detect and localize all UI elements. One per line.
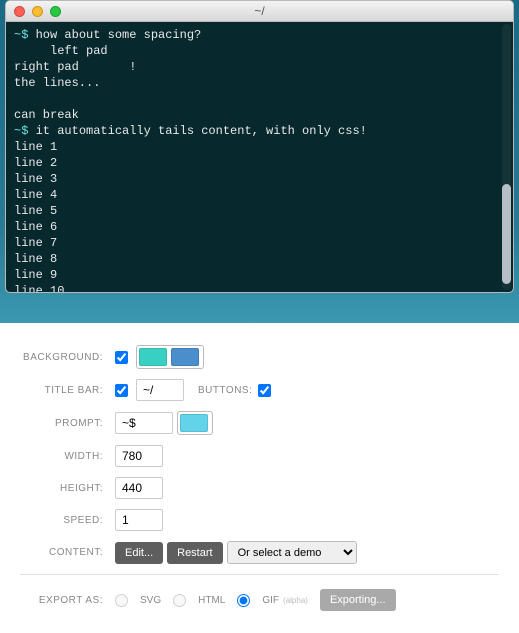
export-svg-radio[interactable] <box>115 594 128 607</box>
prompt-color-swatch[interactable] <box>180 414 208 432</box>
export-label: EXPORT AS: <box>20 595 115 606</box>
background-swatch-2[interactable] <box>171 348 199 366</box>
divider <box>20 574 499 575</box>
terminal-line: left pad <box>14 43 505 59</box>
row-title-bar: TITLE BAR: BUTTONS: <box>20 379 499 401</box>
terminal-line: line 1 <box>14 139 505 155</box>
terminal-line: line 8 <box>14 251 505 267</box>
row-height: HEIGHT: <box>20 477 499 499</box>
title-bar-input[interactable] <box>136 379 184 401</box>
terminal-line: line 9 <box>14 267 505 283</box>
width-input[interactable] <box>115 445 163 467</box>
row-speed: SPEED: <box>20 509 499 531</box>
background-swatch-1[interactable] <box>139 348 167 366</box>
restart-button[interactable]: Restart <box>167 542 222 564</box>
close-icon[interactable] <box>14 6 25 17</box>
content-label: CONTENT: <box>20 547 115 558</box>
terminal-line: line 10 <box>14 283 505 292</box>
terminal-line: ~$ it automatically tails content, with … <box>14 123 505 139</box>
terminal-window: ~/ ~$ how about some spacing? left padri… <box>5 0 514 293</box>
speed-label: SPEED: <box>20 515 115 526</box>
prompt-label: PROMPT: <box>20 418 115 429</box>
row-background: BACKGROUND: <box>20 345 499 369</box>
export-gif-radio[interactable] <box>237 594 250 607</box>
terminal-line: right pad ! <box>14 59 505 75</box>
minimize-icon[interactable] <box>32 6 43 17</box>
background-swatches <box>136 345 204 369</box>
export-html-option[interactable]: HTML <box>173 594 225 607</box>
prompt-swatch-group <box>177 411 213 435</box>
row-width: WIDTH: <box>20 445 499 467</box>
traffic-lights <box>14 6 61 17</box>
controls-panel: BACKGROUND: TITLE BAR: BUTTONS: PROMPT: … <box>0 323 519 633</box>
terminal-line: the lines... <box>14 75 505 91</box>
height-label: HEIGHT: <box>20 483 115 494</box>
title-bar-label: TITLE BAR: <box>20 385 115 396</box>
terminal-line: line 7 <box>14 235 505 251</box>
title-bar-checkbox[interactable] <box>115 384 128 397</box>
terminal-line: ~$ how about some spacing? <box>14 27 505 43</box>
buttons-label: BUTTONS: <box>198 385 252 396</box>
terminal-body[interactable]: ~$ how about some spacing? left padright… <box>6 22 513 292</box>
terminal-line: line 4 <box>14 187 505 203</box>
scrollbar[interactable] <box>502 24 511 290</box>
terminal-line: line 5 <box>14 203 505 219</box>
terminal-section: ~/ ~$ how about some spacing? left padri… <box>0 0 519 323</box>
demo-select[interactable]: Or select a demo <box>227 541 357 564</box>
buttons-checkbox[interactable] <box>258 384 271 397</box>
terminal-line: line 6 <box>14 219 505 235</box>
export-html-radio[interactable] <box>173 594 186 607</box>
speed-input[interactable] <box>115 509 163 531</box>
edit-button[interactable]: Edit... <box>115 542 163 564</box>
window-title: ~/ <box>6 4 513 18</box>
background-label: BACKGROUND: <box>20 352 115 363</box>
export-gif-option[interactable]: GIF(alpha) <box>237 594 308 607</box>
row-prompt: PROMPT: <box>20 411 499 435</box>
row-content: CONTENT: Edit... Restart Or select a dem… <box>20 541 499 564</box>
maximize-icon[interactable] <box>50 6 61 17</box>
export-svg-option[interactable]: SVG <box>115 594 161 607</box>
row-export: EXPORT AS: SVG HTML GIF(alpha) Exporting… <box>20 589 499 611</box>
terminal-line: line 3 <box>14 171 505 187</box>
scrollbar-thumb[interactable] <box>502 184 511 284</box>
height-input[interactable] <box>115 477 163 499</box>
terminal-line <box>14 91 505 107</box>
background-checkbox[interactable] <box>115 351 128 364</box>
terminal-line: can break <box>14 107 505 123</box>
exporting-button[interactable]: Exporting... <box>320 589 396 611</box>
title-bar: ~/ <box>6 1 513 22</box>
width-label: WIDTH: <box>20 451 115 462</box>
prompt-input[interactable] <box>115 412 173 434</box>
terminal-line: line 2 <box>14 155 505 171</box>
